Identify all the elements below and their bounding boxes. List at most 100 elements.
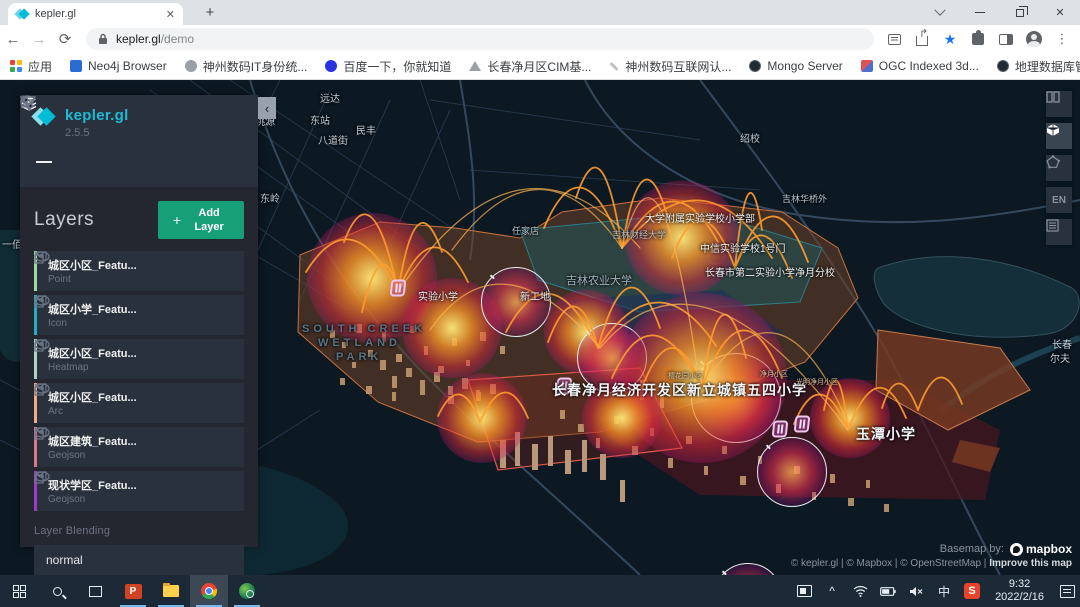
map-label: 吉林农业大学 xyxy=(566,272,632,288)
tab-filters[interactable] xyxy=(76,153,92,163)
map-label: PARK xyxy=(336,351,382,363)
bookmark-star-icon[interactable]: ★ xyxy=(938,27,962,51)
window-close-button[interactable]: ✕ xyxy=(1040,0,1080,25)
map-label: 尔夫 xyxy=(1050,350,1070,365)
apps-shortcut[interactable]: 应用 xyxy=(10,58,52,75)
panel-collapse-button[interactable]: ‹ xyxy=(258,97,276,119)
split-map-button[interactable] xyxy=(1046,91,1072,117)
map-label: SOUTH CREEK xyxy=(302,323,426,335)
panel-header: kepler.gl 2.5.5 xyxy=(20,95,258,187)
task-view-button[interactable] xyxy=(76,575,114,607)
layer-blending-select[interactable]: normal xyxy=(34,545,244,575)
map-label: 大学附属实验学校小学部 xyxy=(645,210,755,225)
layer-row[interactable]: 现状学区_Featu...Geojson xyxy=(34,471,244,511)
sliders-icon xyxy=(20,95,36,111)
battery-icon[interactable] xyxy=(875,575,901,607)
tray-chevron-icon[interactable]: ^ xyxy=(819,575,845,607)
map-label: 一佰 xyxy=(2,236,22,251)
draw-polygon-button[interactable] xyxy=(1046,155,1072,181)
layer-row[interactable]: 城区小学_Featu...Icon xyxy=(34,295,244,335)
tab-search-icon[interactable] xyxy=(920,0,960,25)
start-button[interactable] xyxy=(0,575,38,607)
volume-muted-icon[interactable] xyxy=(903,575,929,607)
gis-app-button[interactable] xyxy=(228,575,266,607)
wifi-icon[interactable] xyxy=(847,575,873,607)
window-minimize-button[interactable] xyxy=(960,0,1000,25)
layer-row[interactable]: 城区小区_Featu...Heatmap xyxy=(34,339,244,379)
layer-row[interactable]: 城区小区_Featu...Arc xyxy=(34,383,244,423)
browser-tab[interactable]: kepler.gl ✕ xyxy=(8,3,183,25)
map-label: 长春 xyxy=(1052,336,1072,351)
share-icon[interactable] xyxy=(910,27,934,51)
map-canvas[interactable]: 远达东站民丰八道街桃源东岭绍校一佰任家店吉林华桥外大学附属实验学校小学部吉林财经… xyxy=(0,80,1080,575)
map-label: 新工地 xyxy=(520,288,550,303)
ime-indicator[interactable]: 中 xyxy=(931,575,957,607)
action-center-button[interactable] xyxy=(1054,575,1080,607)
translate-icon[interactable] xyxy=(882,27,906,51)
school-icon-marker[interactable] xyxy=(794,416,811,433)
layer-row[interactable]: 城区建筑_Featu...Geojson xyxy=(34,427,244,467)
add-layer-button[interactable]: + Add Layer xyxy=(158,201,244,239)
tab-basemap[interactable] xyxy=(156,153,172,163)
bookmark-neo4j[interactable]: Neo4j Browser xyxy=(70,59,167,73)
chrome-menu-icon[interactable]: ⋮ xyxy=(1050,27,1074,51)
chevron-down-icon[interactable] xyxy=(34,295,45,302)
layer-blending-label: Layer Blending xyxy=(34,525,244,537)
tab-title: kepler.gl xyxy=(35,8,159,20)
bookmark-baidu[interactable]: 百度一下，你就知道 xyxy=(325,58,451,75)
chevron-down-icon[interactable] xyxy=(34,383,45,390)
chrome-button[interactable] xyxy=(190,575,228,607)
forward-icon[interactable]: → xyxy=(26,31,52,48)
bookmark-internet-auth[interactable]: 神州数码互联网认... xyxy=(609,58,731,75)
legend-button[interactable] xyxy=(1046,219,1072,245)
back-icon[interactable]: ← xyxy=(0,31,26,48)
toggle-3d-button[interactable] xyxy=(1046,123,1072,149)
kepler-favicon xyxy=(16,8,28,20)
bookmark-geodb[interactable]: 地理数据库管理—... xyxy=(997,58,1080,75)
cube-3d-icon xyxy=(1046,123,1060,137)
chevron-down-icon[interactable] xyxy=(34,339,45,346)
side-panel-icon[interactable] xyxy=(994,27,1018,51)
bookmarks-bar: 应用 Neo4j Browser 神州数码IT身份统... 百度一下，你就知道 … xyxy=(0,53,1080,80)
powerpoint-button[interactable]: P xyxy=(114,575,152,607)
file-explorer-button[interactable] xyxy=(152,575,190,607)
school-icon-marker[interactable] xyxy=(390,280,407,297)
map-label: 长春市第二实验小学净月分校 xyxy=(705,264,835,279)
sogou-button[interactable]: S xyxy=(959,575,985,607)
map-label: 东岭 xyxy=(260,190,280,205)
news-widget-button[interactable] xyxy=(791,575,817,607)
map-label: 樱花园小区 xyxy=(668,371,703,381)
bookmark-it-identity[interactable]: 神州数码IT身份统... xyxy=(185,58,308,75)
action-center-icon xyxy=(1060,585,1075,598)
lock-icon xyxy=(98,33,108,45)
taskbar-clock[interactable]: 9:322022/2/16 xyxy=(987,575,1052,607)
chevron-down-icon[interactable] xyxy=(34,471,45,478)
locale-button[interactable]: EN xyxy=(1046,187,1072,213)
improve-map-link[interactable]: Improve this map xyxy=(989,558,1072,569)
clock-date: 2022/2/16 xyxy=(995,591,1044,604)
browser-toolbar: ← → ⟳ kepler.gl/demo ★ ⋮ xyxy=(0,25,1080,53)
news-icon xyxy=(797,585,812,597)
profile-avatar[interactable] xyxy=(1022,27,1046,51)
tab-interactions[interactable] xyxy=(116,153,132,163)
bookmark-mongo[interactable]: Mongo Server xyxy=(749,59,842,73)
search-button[interactable] xyxy=(38,575,76,607)
tab-close-icon[interactable]: ✕ xyxy=(166,8,175,21)
url-bar[interactable]: kepler.gl/demo xyxy=(86,28,874,50)
school-icon-marker[interactable] xyxy=(772,421,789,438)
tab-layers[interactable] xyxy=(36,153,52,163)
mapbox-logo[interactable]: mapbox xyxy=(1010,542,1072,556)
apps-grid-icon xyxy=(10,60,22,72)
chevron-down-icon[interactable] xyxy=(34,251,45,258)
attribution-links[interactable]: © kepler.gl | © Mapbox | © OpenStreetMap… xyxy=(791,558,987,569)
bookmark-cim[interactable]: 长春净月区CIM基... xyxy=(469,58,591,75)
new-tab-button[interactable]: + xyxy=(198,4,222,22)
reload-icon[interactable]: ⟳ xyxy=(52,30,78,48)
window-restore-button[interactable] xyxy=(1000,0,1040,25)
extensions-icon[interactable] xyxy=(966,27,990,51)
map-label: 光明净月小区 xyxy=(796,377,838,387)
chevron-down-icon[interactable] xyxy=(34,427,45,434)
bookmark-ogc[interactable]: OGC Indexed 3d... xyxy=(861,59,979,73)
windows-logo-icon xyxy=(13,585,26,598)
layer-row[interactable]: 城区小区_Featu...Point xyxy=(34,251,244,291)
